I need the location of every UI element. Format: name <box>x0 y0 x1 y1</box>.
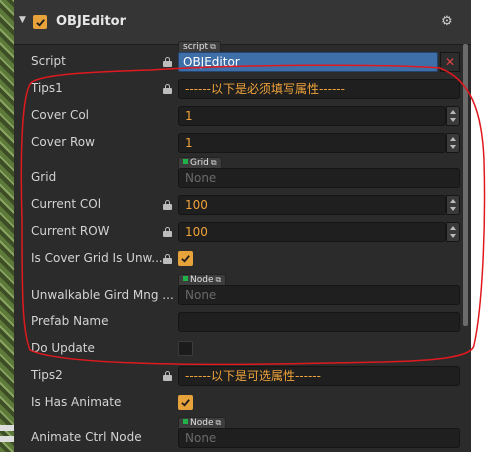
red-annotation-outline <box>20 64 486 366</box>
